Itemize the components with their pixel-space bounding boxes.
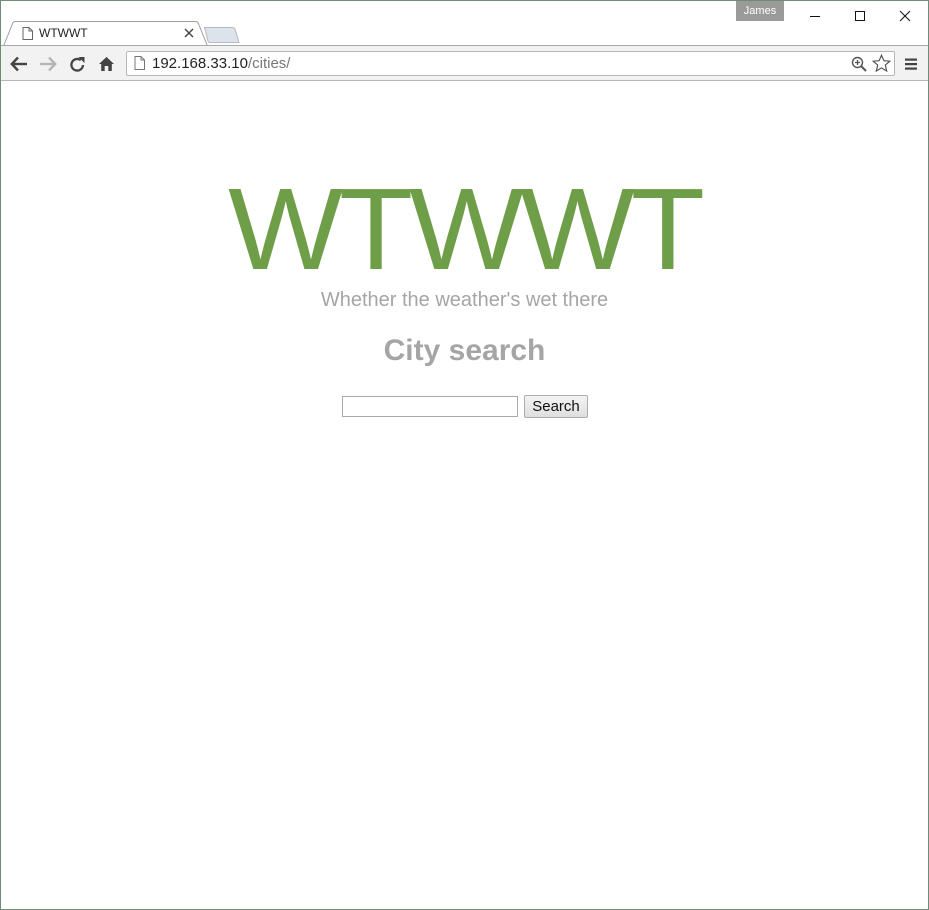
site-logo: WTWWT — [228, 164, 705, 294]
maximize-icon — [855, 11, 865, 21]
minimize-icon — [810, 16, 820, 17]
tab-shape — [3, 21, 208, 46]
tagline: Whether the weather's wet there — [320, 289, 609, 311]
back-button[interactable] — [7, 52, 31, 76]
address-bar[interactable]: 192.168.33.10/cities/ — [126, 51, 895, 76]
minimize-button[interactable] — [792, 1, 838, 31]
close-icon — [899, 10, 911, 22]
new-tab-button[interactable] — [204, 27, 240, 43]
home-button[interactable] — [94, 52, 118, 76]
reload-button[interactable] — [65, 52, 89, 76]
url-path: /cities/ — [247, 55, 291, 72]
close-tab-icon[interactable] — [184, 28, 194, 38]
url-host: 192.168.33.10 — [152, 55, 248, 72]
home-icon — [98, 57, 114, 71]
close-window-button[interactable] — [882, 1, 928, 31]
maximize-button[interactable] — [837, 1, 883, 31]
browser-toolbar: 192.168.33.10/cities/ — [1, 45, 928, 81]
tab-title: WTWWT — [39, 26, 88, 40]
bookmark-star-icon[interactable] — [872, 54, 891, 73]
document-icon — [22, 27, 33, 40]
menu-button[interactable] — [901, 54, 921, 74]
search-button[interactable]: Search — [524, 395, 588, 418]
title-bar: James WTWWT — [1, 1, 928, 46]
back-arrow-icon — [10, 56, 27, 72]
browser-window: James WTWWT 192.168.33.10/cities/ WTWWT … — [0, 0, 929, 910]
page-icon — [134, 56, 145, 70]
profile-badge[interactable]: James — [736, 1, 784, 21]
url-text[interactable]: 192.168.33.10/cities/ — [152, 55, 290, 73]
city-search-input[interactable] — [342, 396, 518, 417]
tab-active[interactable]: WTWWT — [3, 21, 208, 46]
zoom-icon[interactable] — [851, 56, 867, 72]
page-viewport: WTWWT Whether the weather's wet there Ci… — [1, 81, 928, 909]
page-title: City search — [383, 334, 546, 367]
hamburger-menu-icon — [905, 58, 917, 70]
reload-icon — [69, 56, 84, 72]
forward-button[interactable] — [36, 52, 60, 76]
forward-arrow-icon — [40, 56, 57, 72]
